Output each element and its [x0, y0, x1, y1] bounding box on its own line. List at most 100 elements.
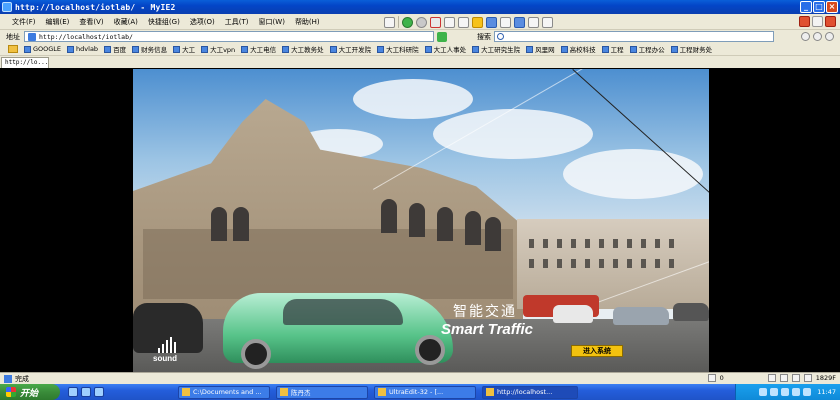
- favorite-label: 大工教务处: [291, 46, 324, 54]
- toolbar-separator: [398, 16, 399, 28]
- link-icon: [629, 45, 637, 53]
- link-icon: [424, 45, 432, 53]
- show-desktop-icon[interactable]: [68, 387, 78, 397]
- sound-bars-icon: [158, 337, 176, 353]
- favorite-label: 大工: [182, 46, 196, 54]
- address-field[interactable]: http://localhost/iotlab/: [24, 31, 434, 42]
- menu-favorites[interactable]: 收藏(A): [109, 17, 143, 27]
- favorite-link[interactable]: 财务信息: [132, 44, 167, 54]
- sound-toggle[interactable]: sound: [153, 337, 187, 367]
- favorite-label: 风里网: [535, 46, 555, 54]
- layout-icon[interactable]: [528, 16, 539, 28]
- close-all-icon[interactable]: [825, 16, 836, 27]
- stop-icon[interactable]: [430, 16, 441, 28]
- taskbar-item-explorer[interactable]: C:\Documents and ...: [178, 385, 270, 399]
- window-list-icon[interactable]: [514, 16, 525, 28]
- zoom-icon[interactable]: [803, 374, 812, 382]
- security-icon[interactable]: [779, 374, 788, 382]
- tray-volume-icon[interactable]: [770, 388, 779, 396]
- popup-blocker-icon[interactable]: [707, 374, 716, 382]
- favorite-link[interactable]: GOOGLE: [24, 45, 61, 53]
- history-icon[interactable]: [486, 16, 497, 28]
- print-icon[interactable]: [542, 16, 553, 28]
- new-page-icon[interactable]: [384, 16, 395, 28]
- favorite-link[interactable]: 大工vpn: [201, 44, 235, 54]
- minimize-button[interactable]: _: [800, 1, 812, 13]
- refresh-icon[interactable]: [444, 16, 455, 28]
- favorite-label: 工程办公: [638, 46, 665, 54]
- favorite-link[interactable]: 大工科研院: [377, 44, 419, 54]
- highlight-icon[interactable]: [813, 32, 822, 41]
- favorite-link[interactable]: 风里网: [526, 44, 555, 54]
- taskbar-item-browser[interactable]: http://localhost...: [482, 385, 578, 399]
- search-input[interactable]: [494, 31, 774, 42]
- taskbar: 开始 C:\Documents and ... 陈丹杰 UltraEdit-32…: [0, 384, 840, 400]
- clock[interactable]: 11:47: [817, 388, 836, 396]
- sound-label: sound: [153, 354, 177, 363]
- tab-controls: [799, 16, 836, 27]
- browser-app-icon: [2, 2, 12, 12]
- menu-file[interactable]: 文件(F): [0, 17, 41, 27]
- forward-icon[interactable]: [416, 16, 427, 28]
- taskbar-item-ultraedit[interactable]: UltraEdit-32 - [...: [374, 385, 476, 399]
- favorite-link[interactable]: 大工开发院: [329, 44, 371, 54]
- maximize-button[interactable]: □: [813, 1, 825, 13]
- link-icon: [670, 45, 678, 53]
- restore-tab-icon[interactable]: [812, 16, 823, 27]
- browser-window: http://localhost/iotlab/ - MyIE2 _ □ × 文…: [0, 0, 840, 400]
- favorite-link[interactable]: 工程办公: [629, 44, 665, 54]
- search-engine-icon[interactable]: [801, 32, 810, 41]
- close-button[interactable]: ×: [826, 1, 838, 13]
- tray-antivirus-icon[interactable]: [781, 388, 790, 396]
- link-icon: [560, 45, 568, 53]
- page-title-en: Smart Traffic: [441, 321, 533, 338]
- favorites-star-icon[interactable]: [472, 16, 483, 28]
- favorite-link[interactable]: 工程财务处: [670, 44, 712, 54]
- menu-groups[interactable]: 快捷组(G): [143, 17, 185, 27]
- favorite-label: GOOGLE: [33, 45, 62, 53]
- taskbar-item-chat[interactable]: 陈丹杰: [276, 385, 368, 399]
- favorites-folder-icon[interactable]: [8, 45, 18, 53]
- favorite-link[interactable]: hdvlab: [67, 45, 98, 53]
- close-tab-icon[interactable]: [799, 16, 810, 27]
- favorite-link[interactable]: 大工: [173, 44, 195, 54]
- system-tray: 11:47: [735, 384, 840, 400]
- back-icon[interactable]: [402, 16, 413, 28]
- link-icon: [282, 45, 290, 53]
- enter-system-button[interactable]: 进入系统: [571, 345, 623, 357]
- tray-im-icon[interactable]: [792, 388, 801, 396]
- favorite-link[interactable]: 大工人事处: [424, 44, 466, 54]
- favorite-link[interactable]: 工程: [601, 44, 624, 54]
- favorite-link[interactable]: 百度: [104, 44, 126, 54]
- favorite-link[interactable]: 大工电信: [241, 44, 276, 54]
- tray-network-icon[interactable]: [759, 388, 768, 396]
- title-bar[interactable]: http://localhost/iotlab/ - MyIE2 _ □ ×: [0, 0, 840, 14]
- home-icon[interactable]: [458, 16, 469, 28]
- page-done-icon: [4, 374, 12, 383]
- favorite-link[interactable]: 高校科技: [560, 44, 596, 54]
- search-options-icon[interactable]: [825, 32, 834, 41]
- editor-icon: [378, 388, 386, 396]
- proxy-icon[interactable]: [791, 374, 800, 382]
- favorite-link[interactable]: 大工教务处: [282, 44, 324, 54]
- mail-icon[interactable]: [500, 16, 511, 28]
- start-button[interactable]: 开始: [0, 384, 60, 400]
- menu-window[interactable]: 窗口(W): [254, 17, 290, 27]
- media-player-icon[interactable]: [94, 387, 104, 397]
- menu-tools[interactable]: 工具(T): [220, 17, 254, 27]
- favorite-link[interactable]: 大工研究生院: [472, 44, 520, 54]
- menu-options[interactable]: 选项(O): [185, 17, 220, 27]
- menu-edit[interactable]: 编辑(E): [41, 17, 75, 27]
- menu-view[interactable]: 查看(V): [74, 17, 108, 27]
- tab-localhost[interactable]: http://lo...: [1, 57, 49, 68]
- ie-icon[interactable]: [81, 387, 91, 397]
- taskbar-item-label: 陈丹杰: [291, 389, 311, 397]
- link-icon: [24, 45, 31, 53]
- search-tools: [801, 30, 834, 43]
- address-url[interactable]: http://localhost/iotlab/: [39, 33, 133, 41]
- download-icon[interactable]: [767, 374, 776, 382]
- status-text: 完成: [15, 374, 29, 383]
- tray-input-icon[interactable]: [803, 388, 812, 396]
- go-button[interactable]: [437, 31, 447, 42]
- menu-help[interactable]: 帮助(H): [290, 17, 325, 27]
